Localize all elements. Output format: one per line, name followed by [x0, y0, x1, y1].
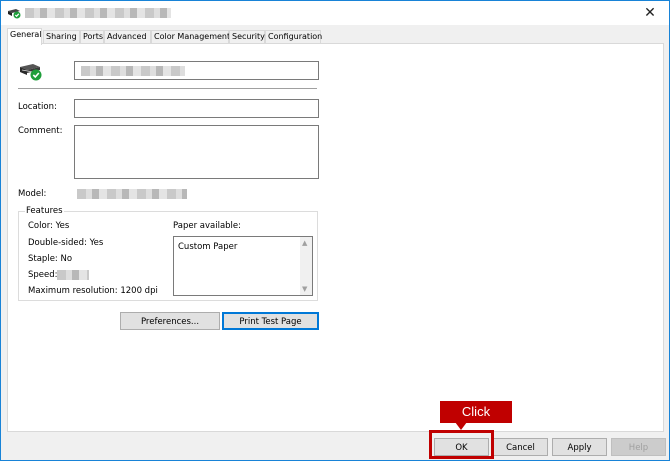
close-icon: ✕	[644, 5, 656, 21]
paper-available-list[interactable]: Custom Paper ▲ ▼	[173, 236, 313, 296]
general-tab-panel: Location: Comment: Model: Features Color…	[7, 43, 664, 432]
callout-pointer	[455, 422, 467, 430]
feature-staple: Staple: No	[28, 254, 73, 264]
feature-double-sided: Double-sided: Yes	[28, 238, 104, 248]
tab-strip: General Sharing Ports Advanced Color Man…	[7, 28, 667, 45]
printer-ready-icon	[20, 64, 42, 81]
features-group: Features Color: Yes Double-sided: Yes St…	[18, 206, 318, 301]
scroll-down-icon[interactable]: ▼	[302, 285, 307, 293]
tab-security[interactable]: Security	[229, 30, 265, 44]
comment-textarea[interactable]	[74, 125, 319, 179]
help-button[interactable]: Help	[611, 438, 666, 456]
apply-button[interactable]: Apply	[552, 438, 607, 456]
tab-general[interactable]: General	[7, 28, 42, 45]
location-input[interactable]	[74, 99, 319, 118]
model-label: Model:	[18, 189, 47, 199]
close-button[interactable]: ✕	[641, 4, 659, 22]
click-callout: Click	[440, 401, 512, 423]
model-value-redacted	[77, 189, 187, 199]
window-title-redacted	[25, 8, 171, 18]
cancel-button[interactable]: Cancel	[493, 438, 548, 456]
features-title: Features	[25, 206, 64, 216]
printer-name-input[interactable]	[74, 61, 319, 80]
list-item[interactable]: Custom Paper	[178, 242, 237, 252]
tab-ports[interactable]: Ports	[80, 30, 104, 44]
feature-speed-redacted	[57, 270, 89, 280]
title-bar: ✕	[1, 1, 669, 25]
scroll-up-icon[interactable]: ▲	[302, 239, 307, 247]
preferences-button[interactable]: Preferences...	[120, 312, 220, 330]
location-label: Location:	[18, 102, 57, 112]
tab-advanced[interactable]: Advanced	[104, 30, 151, 44]
separator	[18, 88, 317, 89]
list-scrollbar[interactable]: ▲ ▼	[300, 237, 312, 295]
comment-label: Comment:	[18, 126, 63, 136]
tab-configuration[interactable]: Configuration	[265, 30, 322, 44]
print-test-page-button[interactable]: Print Test Page	[222, 312, 319, 330]
ok-highlight-frame	[429, 430, 494, 459]
tab-sharing[interactable]: Sharing	[43, 30, 80, 44]
feature-color: Color: Yes	[28, 221, 70, 231]
printer-properties-window: ✕ General Sharing Ports Advanced Color M…	[0, 0, 670, 461]
printer-icon	[8, 9, 21, 19]
feature-speed-label: Speed:	[28, 270, 58, 280]
tab-color-management[interactable]: Color Management	[151, 30, 230, 44]
printer-name-redacted	[81, 66, 185, 76]
feature-max-resolution: Maximum resolution: 1200 dpi	[28, 286, 158, 296]
paper-available-label: Paper available:	[173, 221, 242, 231]
